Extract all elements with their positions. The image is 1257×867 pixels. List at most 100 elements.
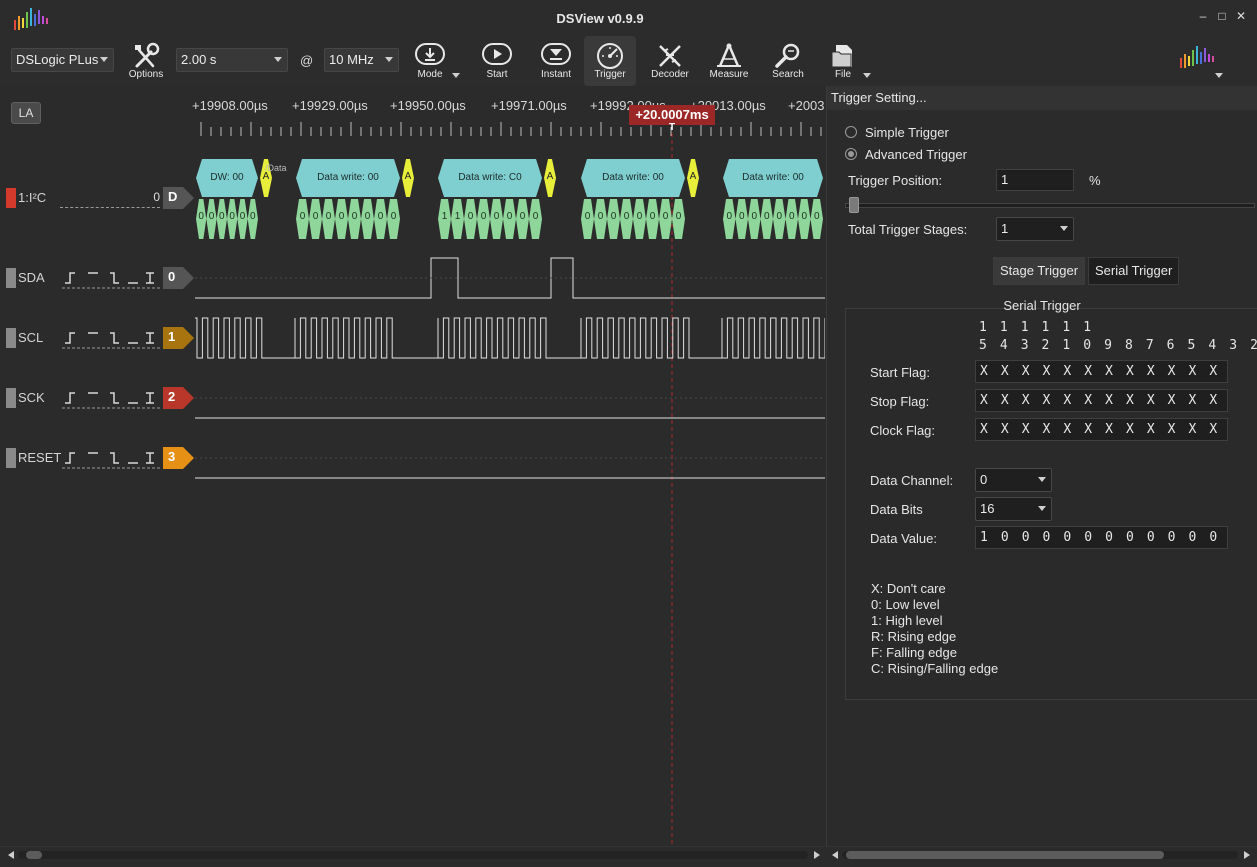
legend-line: 0: Low level [871, 597, 940, 612]
chevron-down-icon [1215, 73, 1223, 78]
samplerate-select[interactable]: 10 MHz [324, 48, 399, 72]
decoder-bit-label: 0 [813, 211, 820, 222]
measure-button[interactable]: Measure [701, 36, 757, 86]
channel-color-swatch[interactable] [6, 388, 16, 408]
start-flag-input[interactable]: X X X X X X X X X X X X X X 1 F [975, 360, 1228, 383]
channel-row-reset[interactable]: RESET 3 [0, 446, 195, 470]
file-button[interactable]: File [815, 36, 871, 86]
advanced-trigger-radio[interactable]: Advanced Trigger [845, 147, 967, 162]
chevron-down-icon [1038, 506, 1046, 511]
channel-color-swatch[interactable] [6, 328, 16, 348]
tab-stage-trigger[interactable]: Stage Trigger [993, 257, 1086, 285]
decoder-bit-label: 0 [776, 211, 783, 222]
wrench-screwdriver-icon [135, 42, 160, 68]
channel-color-swatch[interactable] [6, 448, 16, 468]
slider-handle[interactable] [849, 197, 859, 213]
maximize-button[interactable]: □ [1215, 9, 1229, 23]
channel-tag-label: 1 [168, 329, 176, 344]
clock-flag-label: Clock Flag: [870, 423, 936, 438]
scroll-right-icon[interactable] [1244, 851, 1250, 859]
trigger-button[interactable]: Trigger [584, 36, 636, 86]
legend-line: 1: High level [871, 613, 943, 628]
decoder-bit-label: 0 [726, 211, 733, 222]
scroll-right-icon[interactable] [814, 851, 820, 859]
chevron-down-icon [100, 57, 108, 62]
channel-row-sda[interactable]: SDA 0 [0, 266, 195, 290]
clock-flag-input[interactable]: X X X X X X X X X X X X X X R X [975, 418, 1228, 441]
data-value-label: Data Value: [870, 531, 937, 546]
duration-select[interactable]: 2.00 s [176, 48, 288, 72]
simple-trigger-radio[interactable]: Simple Trigger [845, 125, 949, 140]
trigger-position-input[interactable]: 1 [996, 169, 1074, 191]
channel-tag[interactable]: 0 [163, 267, 195, 289]
minimize-button[interactable]: – [1196, 9, 1210, 23]
stop-flag-input[interactable]: X X X X X X X X X X X X X X 1 R [975, 389, 1228, 412]
trigger-stages-select[interactable]: 1 [996, 217, 1074, 241]
decoder-bit-label: 1 [454, 211, 461, 222]
waveform-canvas [195, 122, 825, 846]
options-button[interactable]: Options [118, 36, 174, 86]
app-logo-icon [1180, 46, 1214, 68]
channel-tag-label: 2 [168, 389, 176, 404]
trigger-position-slider[interactable] [845, 203, 1255, 208]
start-button[interactable]: Start [469, 36, 525, 86]
data-value-input[interactable]: 1 0 0 0 0 0 0 0 0 0 0 0 0 0 0 0 [975, 526, 1228, 549]
trigger-label: Trigger [594, 69, 626, 80]
tab-serial-trigger[interactable]: Serial Trigger [1088, 257, 1180, 285]
brand-menu-button[interactable] [1168, 36, 1228, 86]
decoder-button[interactable]: Decoder [642, 36, 698, 86]
channel-color-swatch[interactable] [6, 188, 16, 208]
waveform-scroll-thumb[interactable] [26, 851, 42, 859]
search-button[interactable]: Search [760, 36, 816, 86]
close-button[interactable]: ✕ [1234, 9, 1248, 23]
trigger-stages-label: Total Trigger Stages: [848, 222, 968, 237]
channel-color-swatch[interactable] [6, 268, 16, 288]
trigger-type-icons[interactable] [62, 328, 160, 350]
decoder-bit-label: 0 [801, 211, 808, 222]
stop-flag-label: Stop Flag: [870, 394, 930, 409]
search-label: Search [772, 69, 804, 80]
decoder-bit-label: 0 [597, 211, 604, 222]
channel-tag[interactable]: 2 [163, 387, 195, 409]
instant-button[interactable]: Instant [528, 36, 584, 86]
channel-tag[interactable]: 1 [163, 327, 195, 349]
channel-tag-label: 3 [168, 449, 176, 464]
decoder-bit-label: 0 [325, 211, 332, 222]
channel-row-i2c[interactable]: 1:I²C 0 D [0, 186, 195, 210]
channel-name: 1:I²C [18, 190, 47, 205]
data-bits-select[interactable]: 16 [975, 497, 1052, 521]
device-select-value: DSLogic PLus [16, 52, 99, 67]
folder-icon [831, 45, 852, 68]
decoder-bit-label: 0 [675, 211, 682, 222]
channel-divider [60, 207, 160, 208]
channel-tag[interactable]: D [163, 187, 195, 209]
trigger-position-unit: % [1089, 173, 1101, 188]
device-select[interactable]: DSLogic PLus [11, 48, 114, 72]
decoder-offset: 0 [153, 190, 160, 204]
scroll-left-icon[interactable] [8, 851, 14, 859]
chevron-down-icon [452, 73, 460, 78]
la-mode-button[interactable]: LA [11, 102, 41, 124]
download-circle-icon [415, 43, 445, 65]
channel-tag[interactable]: 3 [163, 447, 195, 469]
decoder-bit-label: 0 [250, 211, 256, 222]
trigger-type-icons[interactable] [62, 448, 160, 470]
trigger-type-icons[interactable] [62, 388, 160, 410]
radio-off-icon [845, 126, 857, 138]
channel-row-sck[interactable]: SCK 2 [0, 386, 195, 410]
data-bits-value: 16 [980, 501, 995, 516]
mode-button[interactable]: Mode [402, 36, 460, 86]
trigger-type-icons[interactable] [62, 268, 160, 290]
decoder-bit-label: 0 [788, 211, 795, 222]
channel-row-scl[interactable]: SCL 1 [0, 326, 195, 350]
measure-label: Measure [709, 69, 749, 80]
waveform-scrollbar[interactable] [18, 851, 808, 859]
chevron-down-icon [1060, 226, 1068, 231]
data-bits-label: Data Bits [870, 502, 923, 517]
panel-scroll-thumb[interactable] [846, 851, 1164, 859]
waveform-view[interactable]: +19908.00µs +19929.00µs +19950.00µs +199… [192, 86, 825, 846]
data-channel-select[interactable]: 0 [975, 468, 1052, 492]
panel-title: Trigger Setting... [827, 86, 1257, 110]
scroll-left-icon[interactable] [832, 851, 838, 859]
decoder-bit-label: 0 [662, 211, 669, 222]
